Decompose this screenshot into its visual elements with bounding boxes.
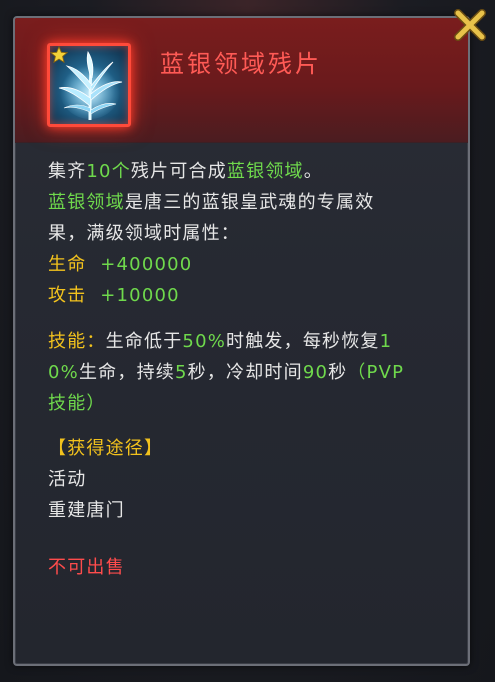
collect-mid: 残片可合成 — [130, 161, 227, 182]
skill-text-4: 秒，冷却时间 — [187, 362, 303, 383]
stat-row-attack: 攻击 +10000 — [48, 280, 463, 311]
skill-text-1: 生命低于 — [105, 331, 183, 352]
item-tooltip-scene: 蓝银领域残片 集齐10个残片可合成蓝银领域。 蓝银领域是唐三的蓝银皇武魂的专属效… — [0, 0, 495, 682]
skill-text-3: 生命，持续 — [78, 362, 175, 383]
star-badge-icon — [50, 46, 68, 64]
sell-status: 不可出售 — [48, 557, 125, 578]
domain-name: 蓝银领域 — [48, 192, 125, 213]
skill-value-regen-a: 1 — [379, 331, 393, 352]
collect-count: 10个 — [86, 161, 131, 182]
item-description: 集齐10个残片可合成蓝银领域。 蓝银领域是唐三的蓝银皇武魂的专属效 果，满级领域… — [48, 156, 463, 583]
item-header: 蓝银领域残片 — [15, 18, 468, 143]
skill-label: 技能： — [48, 331, 106, 352]
collect-prefix: 集齐 — [48, 161, 87, 182]
skill-value-cooldown: 90 — [302, 362, 329, 383]
collect-target: 蓝银领域 — [226, 161, 304, 182]
skill-value-regen-b: 0% — [48, 362, 79, 383]
item-title: 蓝银领域残片 — [160, 50, 322, 78]
item-detail-panel: 蓝银领域残片 集齐10个残片可合成蓝银领域。 蓝银领域是唐三的蓝银皇武魂的专属效… — [13, 16, 470, 666]
item-icon-frame — [47, 43, 131, 127]
skill-text-2: 时触发，每秒恢复 — [226, 331, 380, 352]
close-icon[interactable] — [452, 7, 488, 43]
obtain-source-activity: 活动 — [48, 469, 87, 490]
domain-desc-1: 是唐三的蓝银皇武魂的专属效 — [124, 192, 375, 213]
collect-end: 。 — [303, 161, 323, 182]
stat-value-attack: +10000 — [100, 285, 180, 306]
obtain-header: 【获得途径】 — [48, 438, 164, 459]
skill-pvp-tag-b: 技能） — [48, 393, 106, 414]
skill-value-threshold: 50% — [182, 331, 227, 352]
stat-label-attack: 攻击 — [48, 285, 87, 306]
skill-pvp-tag-a: （PVP — [347, 362, 405, 383]
skill-value-duration: 5 — [174, 362, 188, 383]
domain-line-2: 果，满级领域时属性： — [48, 223, 240, 244]
collect-line: 集齐10个残片可合成蓝银领域。 — [48, 156, 463, 187]
skill-line-1: 技能：生命低于50%时触发，每秒恢复1 — [48, 326, 463, 357]
skill-text-5: 秒 — [328, 362, 348, 383]
domain-line-1: 蓝银领域是唐三的蓝银皇武魂的专属效 — [48, 187, 463, 218]
stat-row-hp: 生命 +400000 — [48, 249, 463, 280]
stat-value-hp: +400000 — [100, 254, 193, 275]
obtain-source-rebuild: 重建唐门 — [48, 500, 125, 521]
stat-label-hp: 生命 — [48, 254, 87, 275]
skill-line-2: 0%生命，持续5秒，冷却时间90秒（PVP — [48, 357, 463, 388]
